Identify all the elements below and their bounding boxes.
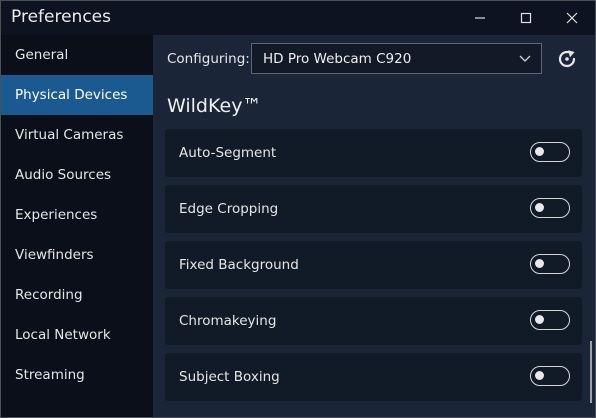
settings-panel: Configuring: HD Pro Webcam C920 WildKey™… <box>153 35 595 417</box>
refresh-icon[interactable] <box>555 47 579 71</box>
maximize-button[interactable] <box>503 1 549 35</box>
edge-cropping-toggle[interactable] <box>530 198 570 218</box>
sidebar-item-label: Local Network <box>15 327 111 343</box>
setting-label: Subject Boxing <box>179 369 280 385</box>
title-bar: Preferences <box>1 1 595 35</box>
setting-row-chromakeying: Chromakeying <box>165 297 582 345</box>
setting-label: Auto-Segment <box>179 145 277 161</box>
setting-label: Edge Cropping <box>179 201 279 217</box>
configuring-label: Configuring: <box>167 51 250 67</box>
maximize-icon <box>520 12 532 24</box>
fixed-background-toggle[interactable] <box>530 254 570 274</box>
window-title: Preferences <box>11 7 111 27</box>
preferences-window: Preferences General Physical Devices Vir… <box>0 0 596 418</box>
setting-row-edge-cropping: Edge Cropping <box>165 185 582 233</box>
section-title: WildKey™ <box>167 95 262 117</box>
sidebar-item-label: Audio Sources <box>15 167 112 183</box>
sidebar-item-virtual-cameras[interactable]: Virtual Cameras <box>1 115 153 155</box>
close-button[interactable] <box>549 1 595 35</box>
close-icon <box>566 12 578 24</box>
minimize-button[interactable] <box>457 1 503 35</box>
sidebar-item-audio-sources[interactable]: Audio Sources <box>1 155 153 195</box>
device-select[interactable]: HD Pro Webcam C920 <box>251 43 542 74</box>
setting-label: Chromakeying <box>179 313 277 329</box>
sidebar-item-streaming[interactable]: Streaming <box>1 355 153 395</box>
device-select-value: HD Pro Webcam C920 <box>263 51 412 67</box>
toggle-knob <box>535 147 544 156</box>
sidebar-item-general[interactable]: General <box>1 35 153 75</box>
scrollbar[interactable] <box>590 341 592 403</box>
subject-boxing-toggle[interactable] <box>530 366 570 386</box>
sidebar-item-label: General <box>15 47 69 63</box>
sidebar-item-label: Streaming <box>15 367 85 383</box>
sidebar-item-label: Virtual Cameras <box>15 127 124 143</box>
minimize-icon <box>475 17 485 19</box>
setting-row-fixed-background: Fixed Background <box>165 241 582 289</box>
sidebar-item-label: Experiences <box>15 207 98 223</box>
auto-segment-toggle[interactable] <box>530 142 570 162</box>
chromakeying-toggle[interactable] <box>530 310 570 330</box>
setting-label: Fixed Background <box>179 257 299 273</box>
sidebar-item-label: Viewfinders <box>15 247 94 263</box>
sidebar-item-viewfinders[interactable]: Viewfinders <box>1 235 153 275</box>
sidebar-item-label: Recording <box>15 287 83 303</box>
sidebar-item-experiences[interactable]: Experiences <box>1 195 153 235</box>
sidebar-item-label: Physical Devices <box>15 87 128 103</box>
setting-row-auto-segment: Auto-Segment <box>165 129 582 177</box>
sidebar-item-physical-devices[interactable]: Physical Devices <box>1 75 153 115</box>
toggle-knob <box>535 371 544 380</box>
chevron-down-icon <box>519 55 531 62</box>
sidebar-item-local-network[interactable]: Local Network <box>1 315 153 355</box>
toggle-knob <box>535 203 544 212</box>
sidebar: General Physical Devices Virtual Cameras… <box>1 35 153 417</box>
setting-row-subject-boxing: Subject Boxing <box>165 353 582 401</box>
toggle-knob <box>535 315 544 324</box>
sidebar-item-recording[interactable]: Recording <box>1 275 153 315</box>
toggle-knob <box>535 259 544 268</box>
